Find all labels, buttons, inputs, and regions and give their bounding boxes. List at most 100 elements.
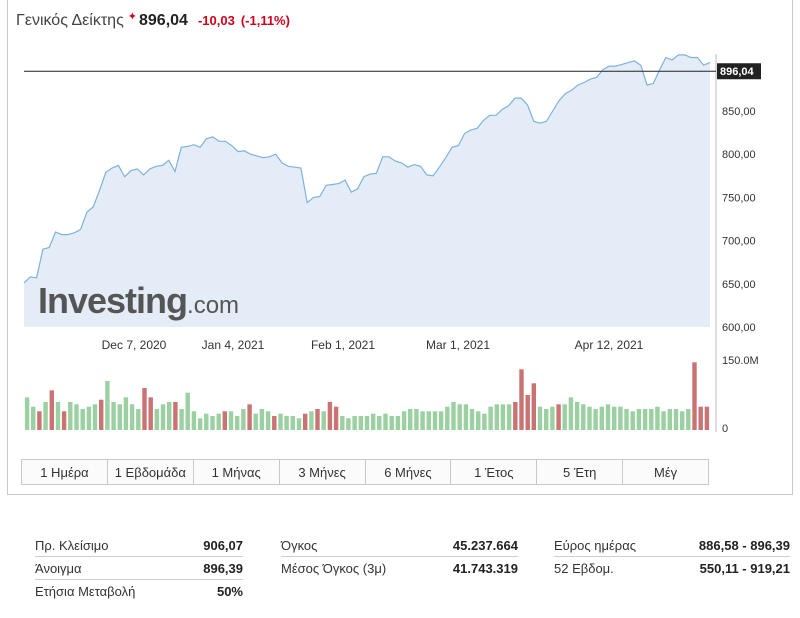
volume-bar xyxy=(655,406,660,430)
volume-bar xyxy=(482,413,487,430)
volume-bar xyxy=(581,404,586,430)
volume-bar xyxy=(649,409,654,430)
volume-bar xyxy=(612,406,617,430)
price-axis-tick-label: 600,00 xyxy=(722,322,756,334)
volume-bar xyxy=(154,409,159,430)
volume-bar xyxy=(673,409,679,430)
tab-3-months[interactable]: 3 Μήνες xyxy=(280,460,366,484)
tab-1-day[interactable]: 1 Ημέρα xyxy=(22,460,108,484)
price-axis-tick-label: 750,00 xyxy=(722,192,756,204)
volume-bar xyxy=(630,411,635,430)
date-axis-tick-label: Mar 1, 2021 xyxy=(426,338,490,352)
volume-bar xyxy=(438,411,444,430)
stat-value: 896,39 xyxy=(203,560,243,576)
volume-bar xyxy=(49,390,54,430)
volume-bar xyxy=(494,404,499,430)
volume-bar xyxy=(24,397,30,430)
volume-bar xyxy=(160,404,166,430)
stat-volume: Όγκος 45.237.664 xyxy=(281,534,518,557)
last-price-label: 896,04 xyxy=(720,66,755,78)
volume-bar xyxy=(222,411,227,430)
tab-6-months[interactable]: 6 Μήνες xyxy=(366,460,452,484)
price-chart[interactable]: 896,04 850,00 800,00 750,00 700,00 650,00 600,… xyxy=(0,0,800,460)
volume-bar xyxy=(624,409,629,430)
volume-bar xyxy=(136,409,141,430)
stat-yearly-change: Ετήσια Μεταβολή 50% xyxy=(35,580,243,603)
volume-bar xyxy=(476,411,481,430)
volume-bar xyxy=(599,406,604,430)
volume-bar xyxy=(469,409,475,430)
volume-bar xyxy=(247,404,252,430)
volume-bar xyxy=(395,416,401,430)
volume-bar xyxy=(389,416,394,430)
tab-1-year[interactable]: 1 Έτος xyxy=(451,460,538,484)
volume-bar xyxy=(593,409,598,430)
volume-bar xyxy=(142,388,147,430)
volume-bar xyxy=(123,397,129,430)
volume-bar xyxy=(340,416,345,430)
volume-bar xyxy=(408,409,413,430)
volume-bar xyxy=(513,402,518,430)
tab-1-week[interactable]: 1 Εβδομάδα xyxy=(108,460,194,484)
price-axis-tick-label: 650,00 xyxy=(722,279,756,291)
volume-bar xyxy=(618,406,623,430)
stat-value: 45.237.664 xyxy=(452,537,518,553)
volume-bar xyxy=(210,416,215,430)
stat-day-range: Εύρος ημέρας 886,58 - 896,39 xyxy=(554,534,790,557)
volume-axis-tick-label: 0 xyxy=(722,423,728,435)
stat-label: Εύρος ημέρας xyxy=(554,537,636,553)
volume-bar xyxy=(636,409,642,430)
stats-column-1: Πρ. Κλείσιμο 906,07 Άνοιγμα 896,39 Ετήσι… xyxy=(35,534,243,603)
stats-column-3: Εύρος ημέρας 886,58 - 896,39 52 Εβδομ. 5… xyxy=(554,534,790,580)
volume-bar xyxy=(241,409,246,430)
volume-bar xyxy=(525,395,530,430)
volume-bar xyxy=(531,383,536,430)
stat-value: 41.743.319 xyxy=(452,561,518,576)
volume-bar xyxy=(506,404,512,430)
stat-value: 50% xyxy=(216,584,243,599)
volume-bar xyxy=(327,402,333,430)
stat-open: Άνοιγμα 896,39 xyxy=(35,557,243,580)
volume-bar xyxy=(358,416,363,430)
date-axis-tick-label: Dec 7, 2020 xyxy=(102,338,167,352)
tab-1-month[interactable]: 1 Μήνας xyxy=(194,460,280,484)
volume-axis-tick-label: 150.0M xyxy=(722,355,759,367)
volume-bar xyxy=(204,413,209,430)
volume-bar xyxy=(667,409,672,430)
volume-bar xyxy=(216,413,221,430)
volume-bar xyxy=(519,369,524,430)
volume-bar xyxy=(550,406,555,430)
stat-value: 886,58 - 896,39 xyxy=(698,537,790,553)
stat-label: Ετήσια Μεταβολή xyxy=(35,584,136,599)
volume-bar xyxy=(321,411,326,430)
volume-bar xyxy=(704,406,710,430)
volume-bar xyxy=(235,416,240,430)
price-axis-tick-label: 700,00 xyxy=(722,236,756,248)
price-axis-tick-label: 850,00 xyxy=(722,106,756,118)
volume-bar xyxy=(537,406,543,430)
volume-bar xyxy=(284,416,289,430)
stat-label: 52 Εβδομ. xyxy=(554,561,614,576)
volume-bar xyxy=(111,402,116,430)
tab-5-years[interactable]: 5 Έτη xyxy=(537,460,624,484)
volume-bar xyxy=(605,404,611,430)
volume-bar xyxy=(31,406,36,430)
stat-label: Άνοιγμα xyxy=(35,560,82,576)
volume-bar xyxy=(488,406,493,430)
timeframe-tabs: 1 Ημέρα 1 Εβδομάδα 1 Μήνας 3 Μήνες 6 Μήν… xyxy=(21,459,709,485)
volume-bar xyxy=(179,409,184,430)
volume-bar xyxy=(37,411,42,430)
volume-bar xyxy=(129,404,135,430)
volume-bar xyxy=(445,406,450,430)
stat-52-week-range: 52 Εβδομ. 550,11 - 919,21 xyxy=(554,557,790,580)
tab-max[interactable]: Μέγ xyxy=(623,460,708,484)
volume-bar xyxy=(500,404,506,430)
volume-bar xyxy=(309,411,314,430)
volume-bar xyxy=(661,411,666,430)
volume-bar xyxy=(556,404,561,430)
volume-bar xyxy=(333,406,339,430)
stat-label: Πρ. Κλείσιμο xyxy=(35,537,109,553)
volume-bar xyxy=(451,402,456,430)
volume-bar xyxy=(377,416,382,430)
volume-bar xyxy=(272,416,277,430)
